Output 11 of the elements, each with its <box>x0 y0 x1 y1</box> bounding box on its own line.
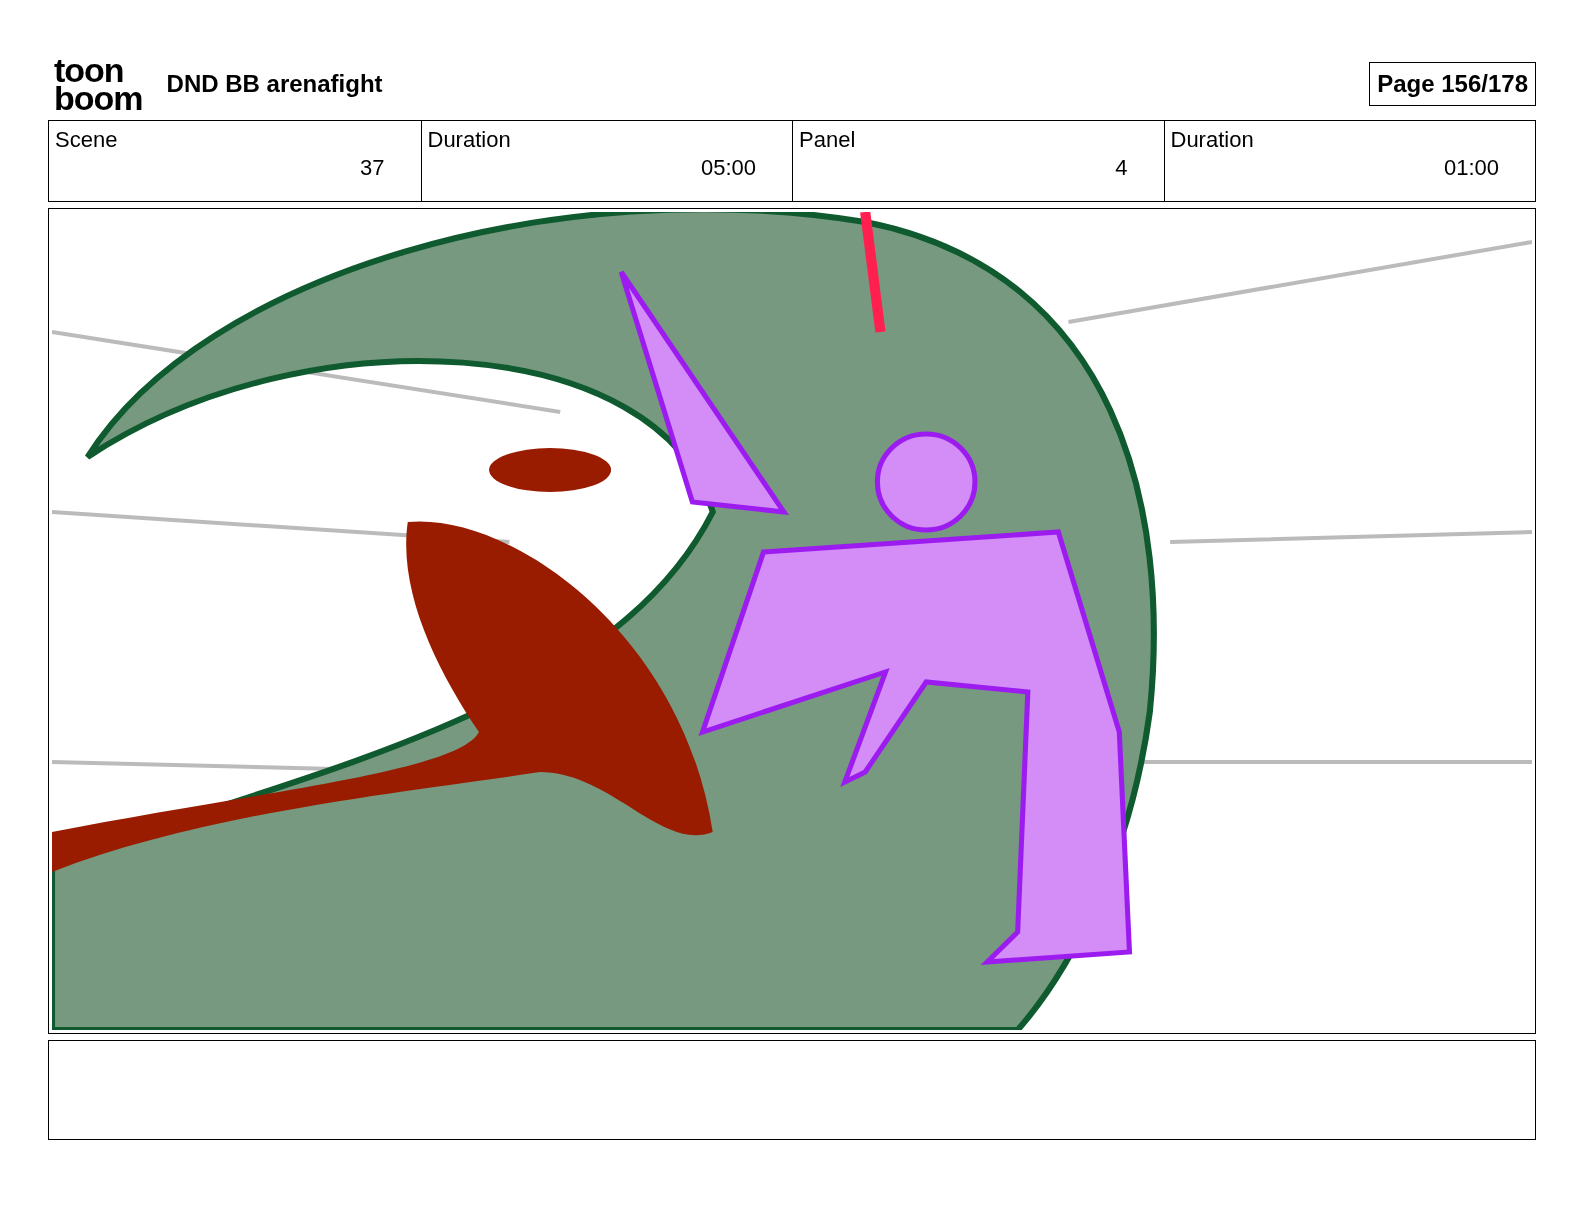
field-value: 05:00 <box>700 155 756 181</box>
field-value: 4 <box>1115 155 1128 181</box>
logo: toon boom <box>53 56 143 112</box>
field-label: Duration <box>1170 127 1255 153</box>
field-value: 37 <box>360 155 385 181</box>
field-label: Scene <box>55 127 119 153</box>
field-label: Panel <box>799 127 857 153</box>
field-label: Duration <box>427 127 512 153</box>
field-value: 01:00 <box>1443 155 1499 181</box>
storyboard-title: DND BB arenafight <box>166 70 383 98</box>
page-number: Page 156/178 <box>1369 62 1536 106</box>
